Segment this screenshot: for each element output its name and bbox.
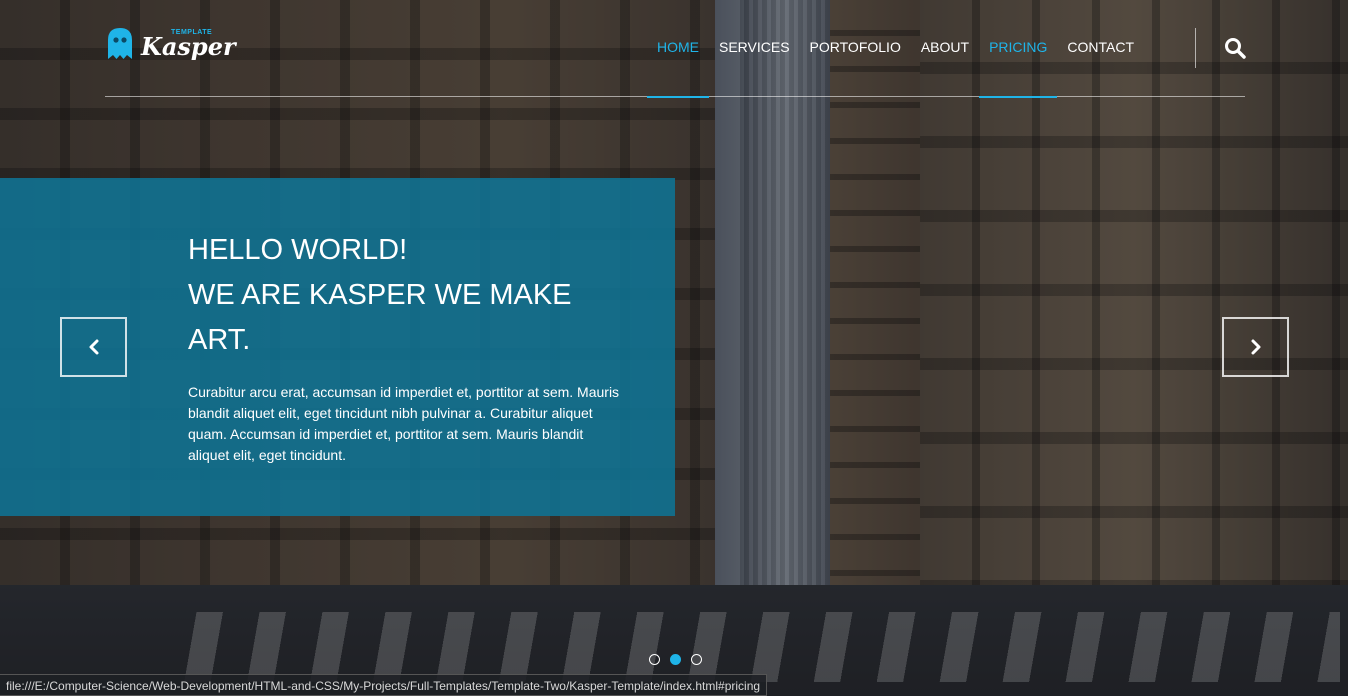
hero-description: Curabitur arcu erat, accumsan id imperdi… bbox=[188, 384, 620, 463]
carousel-next-button[interactable] bbox=[1222, 317, 1289, 377]
nav-about[interactable]: ABOUT bbox=[911, 0, 979, 97]
carousel-indicators bbox=[649, 654, 702, 665]
ghost-icon bbox=[105, 26, 135, 61]
header-divider bbox=[1195, 28, 1196, 68]
site-logo[interactable]: TEMPLATE Kasper bbox=[105, 26, 236, 61]
logo-wordmark: TEMPLATE Kasper bbox=[141, 29, 236, 61]
carousel-prev-button[interactable] bbox=[60, 317, 127, 377]
carousel-dot-2[interactable] bbox=[670, 654, 681, 665]
nav-pricing[interactable]: PRICING bbox=[979, 0, 1058, 98]
carousel-dot-3[interactable] bbox=[691, 654, 702, 665]
carousel-dot-1[interactable] bbox=[649, 654, 660, 665]
hero-heading-line1: HELLO WORLD! bbox=[188, 234, 408, 266]
chevron-left-icon bbox=[89, 339, 98, 355]
nav-portofolio[interactable]: PORTOFOLIO bbox=[800, 0, 911, 97]
nav-contact[interactable]: CONTACT bbox=[1057, 0, 1144, 97]
hero-heading-line2: WE ARE KASPER WE MAKE ART. bbox=[188, 279, 572, 356]
nav-home[interactable]: HOME bbox=[647, 0, 709, 98]
browser-status-bar: file:///E:/Computer-Science/Web-Developm… bbox=[0, 674, 768, 696]
logo-text: Kasper bbox=[141, 32, 236, 61]
chevron-right-icon bbox=[1251, 339, 1260, 355]
logo-tagline: TEMPLATE bbox=[171, 29, 213, 36]
main-nav: HOME SERVICES PORTOFOLIO ABOUT PRICING C… bbox=[647, 0, 1144, 98]
hero-heading: HELLO WORLD! WE ARE KASPER WE MAKE ART. bbox=[188, 228, 638, 363]
site-header: TEMPLATE Kasper HOME SERVICES PORTOFOLIO… bbox=[105, 0, 1247, 98]
nav-services[interactable]: SERVICES bbox=[709, 0, 800, 97]
search-icon[interactable] bbox=[1223, 36, 1247, 60]
